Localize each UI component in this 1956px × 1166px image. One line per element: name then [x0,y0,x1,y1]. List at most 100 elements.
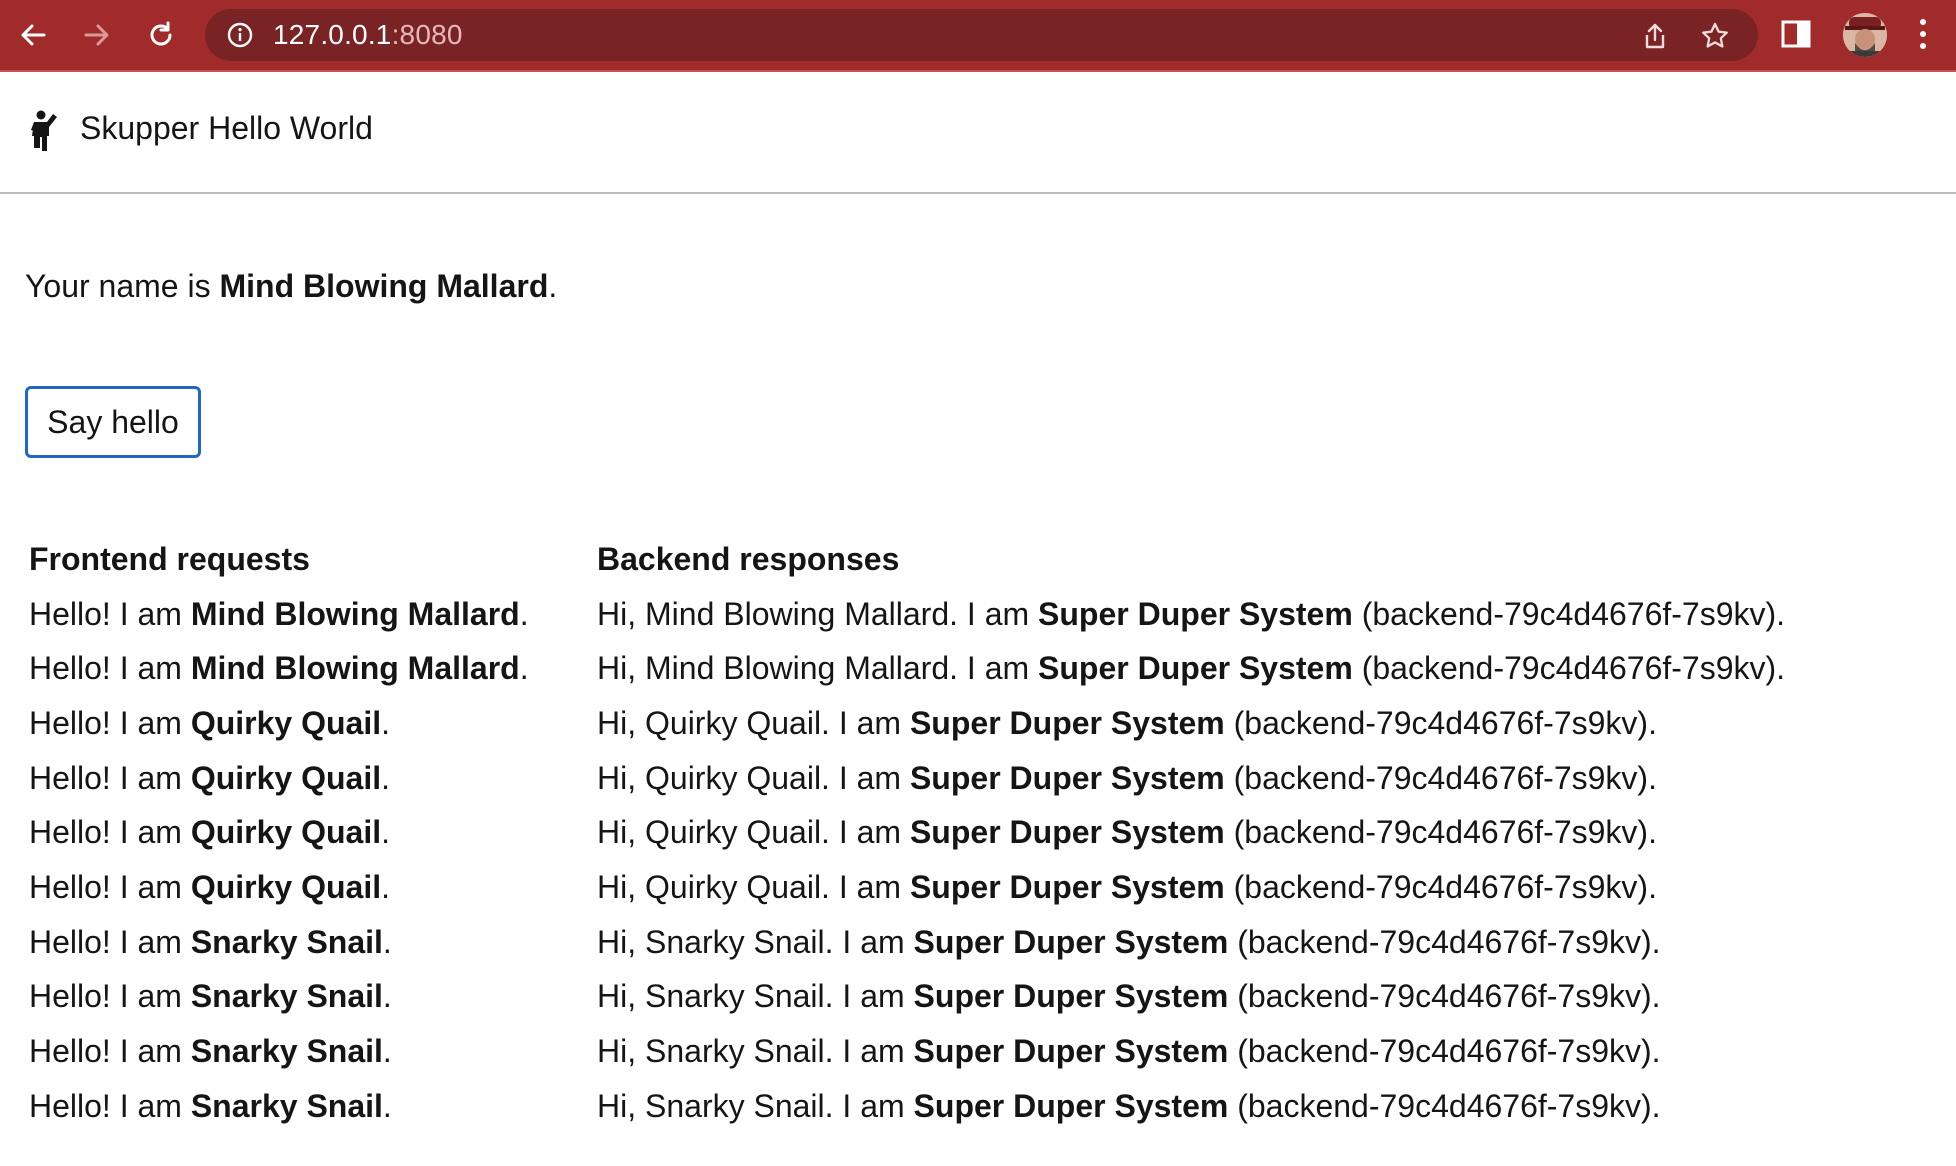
backend-response-cell: Hi, Mind Blowing Mallard. I am Super Dup… [597,596,1929,633]
request-name: Snarky Snail [190,1087,383,1124]
response-system: Super Duper System [909,704,1225,741]
response-suffix: (backend-79c4d4676f-7s9kv). [1224,759,1657,796]
app-header: Skupper Hello World [0,72,1956,194]
request-name: Quirky Quail [190,759,382,796]
frontend-request-cell: Hello! I am Mind Blowing Mallard. [29,650,597,687]
request-suffix: . [382,1033,392,1070]
table-row: Hello! I am Quirky Quail. Hi, Quirky Quai… [29,751,1929,806]
browser-toolbar: 127.0.0.1:8080 [0,0,1956,72]
request-suffix: . [381,759,390,796]
backend-response-cell: Hi, Quirky Quail. I am Super Duper Syste… [597,814,1929,851]
response-suffix: (backend-79c4d4676f-7s9kv). [1224,868,1657,905]
response-suffix: (backend-79c4d4676f-7s9kv). [1228,923,1661,960]
table-row: Hello! I am Snarky Snail. Hi, Snarky Snai… [29,970,1929,1025]
url-host: 127.0.0.1 [273,19,392,50]
frontend-request-cell: Hello! I am Snarky Snail. [29,978,597,1015]
backend-response-cell: Hi, Quirky Quail. I am Super Duper Syste… [597,760,1929,797]
backend-responses-header: Backend responses [597,540,900,577]
request-name: Snarky Snail [190,978,383,1015]
request-name: Quirky Quail [190,814,382,851]
response-prefix: Hi, Snarky Snail. I am [597,1033,914,1070]
response-prefix: Hi, Mind Blowing Mallard. I am [597,650,1039,687]
request-prefix: Hello! I am [29,650,191,687]
table-row: Hello! I am Snarky Snail. Hi, Snarky Snai… [29,1024,1929,1079]
response-prefix: Hi, Snarky Snail. I am [597,1087,914,1124]
request-name: Snarky Snail [190,923,383,960]
request-prefix: Hello! I am [29,704,191,741]
frontend-request-cell: Hello! I am Mind Blowing Mallard. [29,596,597,633]
back-button[interactable] [12,14,54,56]
response-suffix: (backend-79c4d4676f-7s9kv). [1352,650,1786,687]
frontend-request-cell: Hello! I am Snarky Snail. [29,1033,597,1070]
request-prefix: Hello! I am [29,595,191,632]
address-bar[interactable]: 127.0.0.1:8080 [205,9,1758,61]
backend-response-cell: Hi, Snarky Snail. I am Super Duper Syste… [597,978,1929,1015]
hello-table: Frontend requests Backend responses Hell… [29,532,1929,1134]
request-prefix: Hello! I am [29,868,191,905]
url-port: :8080 [391,19,463,50]
backend-response-cell: Hi, Snarky Snail. I am Super Duper Syste… [597,1033,1929,1070]
request-suffix: . [381,814,390,851]
table-row: Hello! I am Snarky Snail. Hi, Snarky Snai… [29,1079,1929,1134]
kebab-menu-icon[interactable] [1918,16,1928,52]
response-system: Super Duper System [913,1087,1229,1124]
response-suffix: (backend-79c4d4676f-7s9kv). [1228,1033,1661,1070]
frontend-request-cell: Hello! I am Quirky Quail. [29,705,597,742]
reload-icon [150,21,172,46]
frontend-request-cell: Hello! I am Snarky Snail. [29,924,597,961]
reload-button[interactable] [140,14,182,56]
table-row: Hello! I am Quirky Quail. Hi, Quirky Quai… [29,860,1929,915]
response-prefix: Hi, Snarky Snail. I am [597,978,914,1015]
side-panel-icon[interactable] [1780,18,1812,50]
request-prefix: Hello! I am [29,1087,191,1124]
request-name: Snarky Snail [190,1033,383,1070]
response-prefix: Hi, Quirky Quail. I am [597,759,910,796]
frontend-requests-header: Frontend requests [29,540,310,577]
bookmark-star-icon[interactable] [1700,21,1730,51]
profile-avatar[interactable] [1843,13,1887,57]
response-system: Super Duper System [913,923,1229,960]
request-prefix: Hello! I am [29,923,191,960]
your-name: Mind Blowing Mallard [219,268,549,304]
response-system: Super Duper System [913,1033,1229,1070]
response-system: Super Duper System [913,978,1229,1015]
response-suffix: (backend-79c4d4676f-7s9kv). [1228,978,1661,1015]
app-title: Skupper Hello World [80,110,373,146]
response-suffix: (backend-79c4d4676f-7s9kv). [1228,1087,1661,1124]
table-row: Hello! I am Quirky Quail. Hi, Quirky Quai… [29,805,1929,860]
response-system: Super Duper System [1038,650,1353,687]
response-suffix: (backend-79c4d4676f-7s9kv). [1352,595,1786,632]
request-suffix: . [382,978,392,1015]
request-suffix: . [381,868,390,905]
forward-arrow-icon [84,24,109,46]
info-icon[interactable] [227,22,253,48]
say-hello-button[interactable]: Say hello [25,386,201,458]
response-prefix: Hi, Quirky Quail. I am [597,814,910,851]
request-suffix: . [382,1087,392,1124]
backend-response-cell: Hi, Mind Blowing Mallard. I am Super Dup… [597,650,1929,687]
table-row: Hello! I am Snarky Snail. Hi, Snarky Snai… [29,915,1929,970]
response-system: Super Duper System [909,868,1225,905]
request-prefix: Hello! I am [29,814,191,851]
request-prefix: Hello! I am [29,978,191,1015]
forward-button[interactable] [76,14,118,56]
response-system: Super Duper System [909,814,1225,851]
url-text[interactable]: 127.0.0.1:8080 [273,9,463,61]
frontend-request-cell: Hello! I am Quirky Quail. [29,869,597,906]
response-system: Super Duper System [909,759,1225,796]
response-suffix: (backend-79c4d4676f-7s9kv). [1224,704,1657,741]
back-arrow-icon [21,24,46,46]
response-prefix: Hi, Mind Blowing Mallard. I am [597,595,1039,632]
request-prefix: Hello! I am [29,1033,191,1070]
backend-response-cell: Hi, Snarky Snail. I am Super Duper Syste… [597,924,1929,961]
table-row: Hello! I am Mind Blowing Mallard. Hi, Min… [29,587,1929,642]
frontend-request-cell: Hello! I am Quirky Quail. [29,814,597,851]
request-prefix: Hello! I am [29,759,191,796]
table-row: Hello! I am Quirky Quail. Hi, Quirky Quai… [29,696,1929,751]
table-row: Hello! I am Mind Blowing Mallard. Hi, Min… [29,641,1929,696]
response-system: Super Duper System [1038,595,1353,632]
share-icon[interactable] [1642,22,1668,50]
request-suffix: . [382,923,392,960]
response-prefix: Hi, Snarky Snail. I am [597,923,914,960]
request-suffix: . [381,704,390,741]
